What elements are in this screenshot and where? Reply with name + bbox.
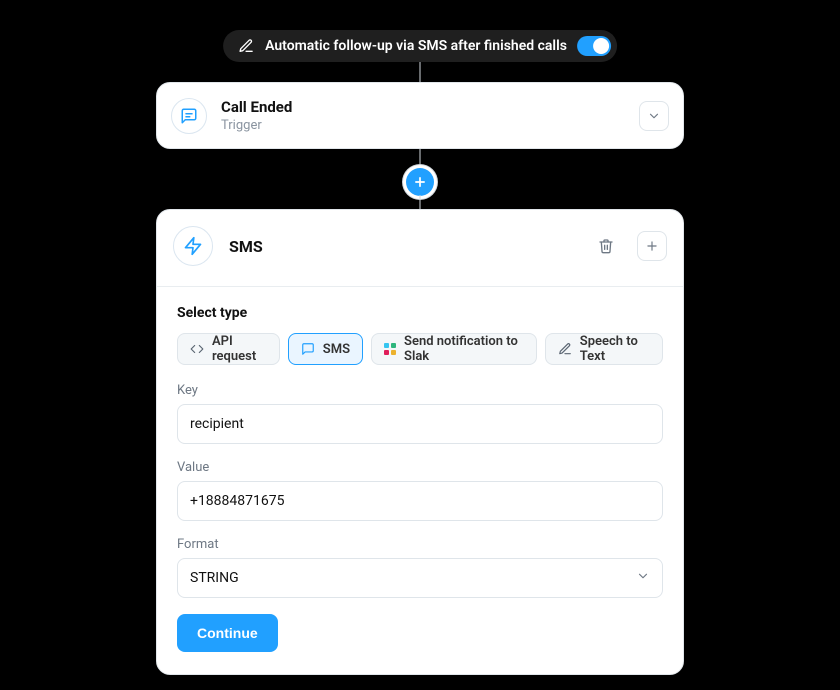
workflow-enabled-toggle[interactable] [577,36,611,56]
connector-line [420,195,421,209]
connector-line [420,149,421,169]
plus-icon [645,239,659,253]
select-type-label: Select type [177,305,663,321]
type-chip-slack[interactable]: Send notification to Slak [371,333,537,365]
value-label: Value [177,460,663,475]
key-input[interactable] [190,405,650,443]
value-field[interactable] [177,481,663,521]
trigger-subtitle: Trigger [221,118,625,133]
format-select[interactable]: STRING [177,558,663,598]
plus-icon [413,175,427,189]
code-icon [190,342,204,356]
action-title: SMS [229,237,575,256]
workflow-title-pill: Automatic follow-up via SMS after finish… [223,30,617,62]
key-field[interactable] [177,404,663,444]
message-icon [301,342,315,356]
continue-button[interactable]: Continue [177,614,278,652]
type-chip-speech-to-text[interactable]: Speech to Text [545,333,663,365]
bolt-icon [183,236,203,256]
add-step-button[interactable] [406,168,434,196]
workflow-title: Automatic follow-up via SMS after finish… [265,38,567,54]
format-value: STRING [190,570,239,586]
type-chip-row: API request SMS Send notification to Sla… [177,333,663,365]
chevron-down-icon [636,569,650,587]
key-label: Key [177,383,663,398]
chevron-down-icon [647,109,661,123]
trash-icon [598,238,614,254]
edit-icon[interactable] [237,37,255,55]
action-card: SMS Select type API request SMS [156,209,684,675]
trigger-card[interactable]: Call Ended Trigger [156,82,684,149]
trigger-icon [171,98,207,134]
action-icon [173,226,213,266]
type-chip-sms[interactable]: SMS [288,333,363,365]
format-label: Format [177,537,663,552]
pen-icon [558,342,572,356]
connector-line [420,62,421,82]
expand-trigger-button[interactable] [639,101,669,131]
slack-icon [384,342,396,356]
type-chip-api-request[interactable]: API request [177,333,280,365]
add-action-button[interactable] [637,231,667,261]
value-input[interactable] [190,482,650,520]
delete-action-button[interactable] [591,231,621,261]
trigger-title: Call Ended [221,98,625,116]
